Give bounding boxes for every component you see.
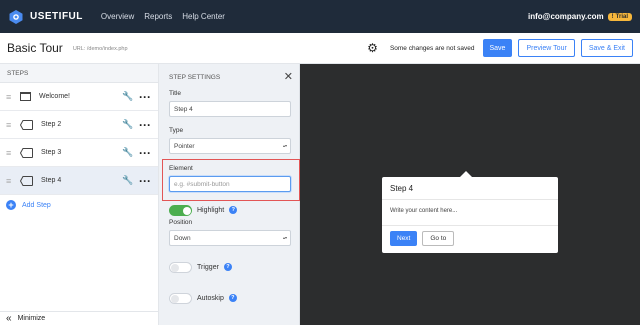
- main-nav: Overview Reports Help Center: [101, 12, 225, 21]
- step-item-2[interactable]: ≡ Step 2 🔧 ···: [0, 111, 158, 139]
- autoskip-label: Autoskip: [197, 294, 224, 302]
- pointer-step-icon: [20, 119, 33, 130]
- help-icon[interactable]: ?: [223, 263, 232, 271]
- drag-handle-icon[interactable]: ≡: [6, 176, 18, 186]
- top-nav: USETIFUL Overview Reports Help Center in…: [0, 0, 640, 33]
- drag-handle-icon[interactable]: ≡: [6, 120, 18, 130]
- close-icon[interactable]: ✕: [284, 70, 293, 83]
- tooltip-body[interactable]: Write your content here...: [382, 200, 558, 226]
- wrench-icon[interactable]: 🔧: [122, 91, 138, 102]
- position-label: Position: [169, 219, 193, 226]
- app-name: USETIFUL: [30, 11, 83, 22]
- save-exit-button[interactable]: Save & Exit: [580, 39, 633, 57]
- settings-header: STEP SETTINGS ✕: [159, 64, 299, 90]
- step-item-welcome[interactable]: ≡ Welcome! 🔧 ···: [0, 83, 158, 111]
- highlight-label: Highlight: [197, 206, 225, 214]
- trial-label: Trial: [615, 13, 628, 20]
- step-item-4[interactable]: ≡ Step 4 🔧 ···: [0, 167, 158, 195]
- highlight-row: Highlight ?: [169, 203, 299, 217]
- add-step-button[interactable]: + Add Step: [0, 195, 158, 215]
- account-menu[interactable]: info@company.com ! Trial: [528, 12, 632, 21]
- pointer-step-icon: [20, 147, 33, 158]
- tour-title-bar: Basic Tour URL: /demo/index.php ⚙ Some c…: [0, 33, 640, 64]
- save-button[interactable]: Save: [482, 39, 513, 57]
- tooltip-actions: Next Go to: [382, 226, 558, 251]
- drag-handle-icon[interactable]: ≡: [6, 148, 18, 158]
- warning-icon: !: [611, 13, 614, 20]
- element-field-highlight: [162, 159, 300, 201]
- preview-tour-button[interactable]: Preview Tour: [518, 39, 575, 57]
- trigger-label: Trigger: [197, 263, 219, 271]
- nav-reports[interactable]: Reports: [144, 12, 172, 21]
- step-label: Welcome!: [39, 93, 70, 100]
- step-item-3[interactable]: ≡ Step 3 🔧 ···: [0, 139, 158, 167]
- type-label: Type: [169, 127, 184, 134]
- save-status: Some changes are not saved: [389, 44, 475, 52]
- title-input[interactable]: Step 4: [169, 101, 291, 117]
- wrench-icon[interactable]: 🔧: [122, 175, 138, 186]
- nav-overview[interactable]: Overview: [101, 12, 134, 21]
- more-options-icon[interactable]: ···: [138, 91, 152, 103]
- nav-help-center[interactable]: Help Center: [182, 12, 225, 21]
- minimize-label: Minimize: [17, 315, 46, 322]
- go-to-button[interactable]: Go to: [422, 231, 455, 246]
- pointer-step-icon: [20, 175, 33, 186]
- wrench-icon[interactable]: 🔧: [122, 147, 138, 158]
- more-options-icon[interactable]: ···: [138, 119, 152, 131]
- logo[interactable]: USETIFUL: [8, 9, 83, 25]
- wrench-icon[interactable]: 🔧: [122, 119, 138, 130]
- autoskip-row: Autoskip ?: [169, 291, 299, 305]
- steps-panel: STEPS ≡ Welcome! 🔧 ··· ≡ Step 2 🔧 ··· ≡ …: [0, 64, 159, 325]
- more-options-icon[interactable]: ···: [138, 175, 152, 187]
- trigger-toggle[interactable]: [169, 261, 192, 273]
- next-button[interactable]: Next: [390, 231, 418, 246]
- step-label: Step 4: [41, 177, 62, 184]
- step-tooltip: Step 4 Write your content here... Next G…: [382, 171, 558, 253]
- tour-title: Basic Tour: [7, 41, 63, 55]
- double-chevron-left-icon: «: [6, 313, 12, 324]
- help-icon[interactable]: ?: [229, 206, 238, 214]
- steps-header: STEPS: [0, 64, 158, 83]
- drag-handle-icon[interactable]: ≡: [6, 92, 18, 102]
- more-options-icon[interactable]: ···: [138, 147, 152, 159]
- trial-badge: ! Trial: [607, 12, 632, 21]
- plus-icon: +: [6, 200, 16, 210]
- type-select[interactable]: Pointer: [169, 138, 291, 154]
- account-email: info@company.com: [527, 12, 604, 21]
- minimize-button[interactable]: « Minimize: [0, 311, 159, 325]
- gear-icon[interactable]: ⚙: [367, 41, 378, 55]
- position-select[interactable]: Down: [169, 230, 291, 246]
- tour-url: URL: /demo/index.php: [72, 46, 128, 52]
- step-label: Step 3: [41, 149, 62, 156]
- trigger-row: Trigger ?: [169, 260, 299, 274]
- usetiful-logo-icon: [9, 9, 23, 24]
- title-label: Title: [169, 90, 182, 97]
- step-label: Step 2: [41, 121, 62, 128]
- highlight-toggle[interactable]: [169, 204, 192, 216]
- add-step-label: Add Step: [22, 201, 51, 209]
- modal-step-icon: [20, 92, 31, 101]
- settings-title: STEP SETTINGS: [169, 73, 221, 81]
- tooltip-title[interactable]: Step 4: [382, 177, 558, 200]
- autoskip-toggle[interactable]: [169, 292, 192, 304]
- tour-preview: Step 4 Write your content here... Next G…: [300, 64, 640, 325]
- help-icon[interactable]: ?: [228, 294, 237, 302]
